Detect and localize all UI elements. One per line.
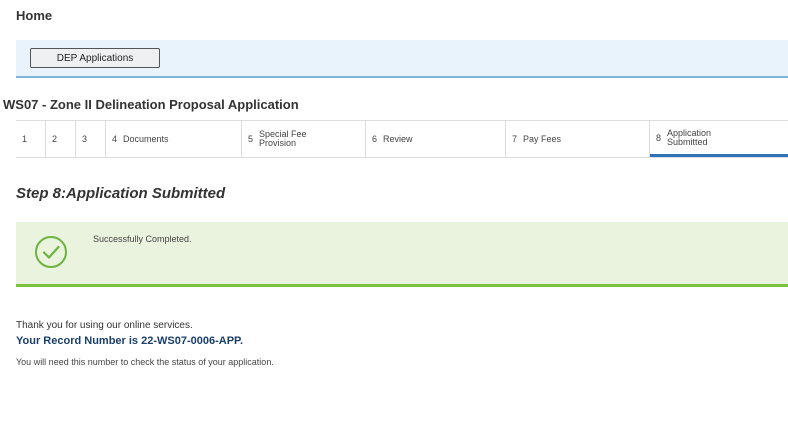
step-label: Application Submitted: [667, 127, 712, 147]
success-message: Successfully Completed.: [93, 234, 192, 244]
step-heading: Step 8:Application Submitted: [16, 185, 226, 202]
step-number: 4: [112, 134, 118, 144]
step-label: Special Fee Provision: [259, 129, 307, 148]
step-tabs: 1 2 3 4 Documents 5 Special Fee Provisio…: [16, 120, 788, 158]
page-title: Home: [16, 8, 53, 23]
step-tab-1[interactable]: 1: [16, 121, 46, 157]
step-tab-8[interactable]: 8 Application Submitted: [650, 121, 788, 157]
step-tab-7[interactable]: 7 Pay Fees: [506, 121, 650, 157]
success-banner: Successfully Completed.: [16, 222, 788, 287]
step-label: Review: [383, 133, 413, 144]
step-tab-5[interactable]: 5 Special Fee Provision: [242, 121, 366, 157]
check-circle-icon: [35, 236, 67, 268]
step-tab-2[interactable]: 2: [46, 121, 76, 157]
step-number: 2: [52, 134, 58, 144]
step-number: 5: [248, 134, 254, 144]
step-label: Pay Fees: [523, 133, 562, 144]
step-number: 3: [82, 134, 88, 144]
step-number: 6: [372, 134, 378, 144]
step-tab-3[interactable]: 3: [76, 121, 106, 157]
step-number: 1: [22, 134, 28, 144]
step-number: 7: [512, 134, 518, 144]
module-bar: DEP Applications: [16, 40, 788, 78]
record-number-text: Your Record Number is 22-WS07-0006-APP.: [16, 335, 244, 347]
step-tab-4[interactable]: 4 Documents: [106, 121, 242, 157]
application-title: WS07 - Zone II Delineation Proposal Appl…: [3, 97, 299, 112]
step-number: 8: [656, 132, 662, 143]
step-tab-6[interactable]: 6 Review: [366, 121, 506, 157]
status-note: You will need this number to check the s…: [16, 357, 274, 367]
dep-applications-button[interactable]: DEP Applications: [30, 48, 160, 68]
step-label: Documents: [123, 133, 169, 144]
thank-you-text: Thank you for using our online services.: [16, 320, 193, 331]
